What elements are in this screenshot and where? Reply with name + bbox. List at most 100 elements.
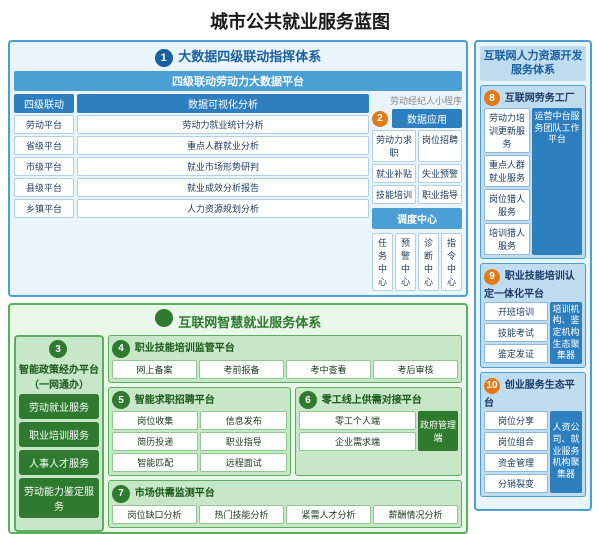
dispatch-item: 指令中心 [441, 233, 462, 291]
badge-5: 5 [112, 391, 130, 409]
smart-item: 远程面试 [200, 453, 286, 472]
bigdata-left-item: 乡镇平台 [14, 199, 74, 218]
market-item: 薪酬情况分析 [373, 505, 458, 524]
app-item: 失业预警 [418, 164, 462, 183]
badge-8: 8 [484, 90, 500, 106]
bigdata-mid-item: 人力资源规划分析 [77, 199, 369, 218]
bigdata-mid-item: 劳动力就业统计分析 [77, 115, 369, 134]
bigdata-left-item: 劳动平台 [14, 115, 74, 134]
badge-10: 10 [484, 378, 500, 394]
market-item: 岗位缺口分析 [112, 505, 197, 524]
apps-extra-label: 劳动经纪人小程序 [372, 94, 462, 107]
online-item: 企业需求端 [299, 432, 416, 451]
skill-badge-row: 9 职业技能培训认定一体化平台 [484, 267, 582, 300]
bigdata-left-item: 市级平台 [14, 157, 74, 176]
skill-cluster: 培训机构、鉴定机构生态聚集器 [550, 302, 582, 364]
dispatch-item: 诊断中心 [418, 233, 439, 291]
bigdata-left-col: 四级联动 劳动平台 省级平台 市级平台 县级平台 乡镇平台 [14, 94, 74, 291]
smart-item: 智能匹配 [112, 453, 198, 472]
skill-inner: 开班培训 技能考试 鉴定发证 培训机构、鉴定机构生态聚集器 [484, 302, 582, 364]
online-left-items: 零工个人端 企业需求端 [299, 411, 416, 451]
market-item: 紧需人才分析 [286, 505, 371, 524]
dispatch-item: 任务中心 [372, 233, 393, 291]
startup-cluster: 人资公司、就业服务机构聚集器 [550, 411, 582, 493]
badge-3: 3 [49, 340, 67, 358]
factory-item: 重点人群就业服务 [484, 155, 530, 187]
online-items-area: 零工个人端 企业需求端 政府管理端 [299, 411, 458, 451]
apps-title: 数据应用 [392, 109, 462, 128]
policy-item: 劳动就业服务 [19, 394, 99, 419]
skill-block: 9 职业技能培训认定一体化平台 开班培训 技能考试 鉴定发证 培训机构、鉴定机构… [480, 263, 586, 368]
badge-internet [155, 309, 173, 327]
voc-items: 网上备案 考前报备 考中查看 考后审核 [112, 360, 458, 379]
bigdata-mid-item: 就业市场形势研判 [77, 157, 369, 176]
smart-item: 岗位收集 [112, 411, 198, 430]
app-item: 岗位招聘 [418, 130, 462, 162]
voc-platform: 4 职业技能培训监管平台 网上备案 考前报备 考中查看 考后审核 [108, 335, 462, 383]
market-item: 热门技能分析 [199, 505, 284, 524]
badge-6: 6 [299, 391, 317, 409]
bigdata-section: 1 大数据四级联动指挥体系 四级联动劳动力大数据平台 四级联动 劳动平台 省级平… [8, 40, 468, 297]
main-title: 城市公共就业服务蓝图 [0, 0, 600, 40]
policy-item: 人事人才服务 [19, 450, 99, 475]
startup-inner: 岗位分享 岗位组合 资金管理 分销裂变 人资公司、就业服务机构聚集器 [484, 411, 582, 493]
internet-title: 互联网智慧就业服务体系 [14, 309, 462, 331]
startup-item: 分销裂变 [484, 474, 548, 493]
online-platform: 6 零工线上供需对接平台 零工个人端 企业需求端 政府管理端 [295, 387, 462, 477]
factory-item: 培训猎人服务 [484, 223, 530, 255]
badge-2: 2 [372, 111, 388, 127]
platform-title: 四级联动劳动力大数据平台 [14, 71, 462, 91]
policy-badge-row: 3 [19, 340, 99, 358]
policy-item: 劳动能力鉴定服务 [19, 478, 99, 518]
market-title-row: 7 市场供需监测平台 [112, 484, 458, 503]
factory-item: 岗位猎人服务 [484, 189, 530, 221]
factory-badge-row: 8 互联网劳务工厂 [484, 89, 582, 107]
app-item: 劳动力求职 [372, 130, 416, 162]
smart-platform: 5 智能求职招聘平台 岗位收集 信息发布 简历投递 职业指导 智能匹配 远程面试 [108, 387, 291, 477]
bigdata-mid-col: 数据可视化分析 劳动力就业统计分析 重点人群就业分析 就业市场形势研判 就业成效… [77, 94, 369, 291]
apps-grid: 劳动力求职 岗位招聘 就业补贴 失业预警 技能培训 职业指导 [372, 130, 462, 204]
internet-right-col: 4 职业技能培训监管平台 网上备案 考前报备 考中查看 考后审核 [108, 335, 462, 532]
startup-items: 岗位分享 岗位组合 资金管理 分销裂变 [484, 411, 548, 493]
internet-section: 互联网智慧就业服务体系 3 智能政策经办平台（一网通办） 劳动就业服务 职业培训… [8, 303, 468, 534]
bigdata-title: 1 大数据四级联动指挥体系 [14, 46, 462, 67]
smart-title-row: 5 智能求职招聘平台 [112, 391, 287, 410]
startup-item: 岗位组合 [484, 432, 548, 451]
factory-block: 8 互联网劳务工厂 劳动力培训更新服务 重点人群就业服务 岗位猎人服务 培训猎人… [480, 85, 586, 260]
market-platform: 7 市场供需监测平台 岗位缺口分析 热门技能分析 紧需人才分析 薪酬情况分析 [108, 480, 462, 528]
voc-item: 考后审核 [373, 360, 458, 379]
bigdata-left-title: 四级联动 [14, 94, 74, 113]
skill-items: 开班培训 技能考试 鉴定发证 [484, 302, 548, 364]
badge-7: 7 [112, 485, 130, 503]
skill-item: 技能考试 [484, 323, 548, 342]
badge-4: 4 [112, 340, 130, 358]
smart-items: 岗位收集 信息发布 简历投递 职业指导 智能匹配 远程面试 [112, 411, 287, 472]
platform-label: 运营中台服务团队工作平台 [532, 108, 582, 255]
voc-item: 网上备案 [112, 360, 197, 379]
govt-item: 政府管理端 [418, 411, 458, 451]
bigdata-mid-item: 就业成效分析报告 [77, 178, 369, 197]
bigdata-mid-title: 数据可视化分析 [77, 94, 369, 113]
dispatch-item: 预警中心 [395, 233, 416, 291]
startup-item: 岗位分享 [484, 411, 548, 430]
app-item: 技能培训 [372, 185, 416, 204]
app-item: 职业指导 [418, 185, 462, 204]
policy-box: 3 智能政策经办平台（一网通办） 劳动就业服务 职业培训服务 人事人才服务 劳动… [14, 335, 104, 532]
online-item: 零工个人端 [299, 411, 416, 430]
policy-title-text: 智能政策经办平台（一网通办） [19, 361, 99, 391]
policy-item: 职业培训服务 [19, 422, 99, 447]
bigdata-right-col: 劳动经纪人小程序 2 数据应用 劳动力求职 岗位招聘 就业补贴 失业预警 技能培… [372, 94, 462, 291]
voc-item: 考前报备 [199, 360, 284, 379]
factory-inner: 劳动力培训更新服务 重点人群就业服务 岗位猎人服务 培训猎人服务 运营中台服务团… [484, 108, 582, 255]
smart-item: 简历投递 [112, 432, 198, 451]
policy-col: 3 智能政策经办平台（一网通办） 劳动就业服务 职业培训服务 人事人才服务 劳动… [14, 335, 104, 532]
startup-item: 资金管理 [484, 453, 548, 472]
voc-title-row: 4 职业技能培训监管平台 [112, 339, 458, 358]
smart-item: 职业指导 [200, 432, 286, 451]
right-section: 互联网人力资源开发服务体系 8 互联网劳务工厂 劳动力培训更新服务 重点人群就业… [474, 40, 592, 511]
smart-item: 信息发布 [200, 411, 286, 430]
skill-item: 开班培训 [484, 302, 548, 321]
market-items: 岗位缺口分析 热门技能分析 紧需人才分析 薪酬情况分析 [112, 505, 458, 524]
dispatch-center: 调度中心 [372, 208, 462, 229]
bigdata-left-item: 县级平台 [14, 178, 74, 197]
